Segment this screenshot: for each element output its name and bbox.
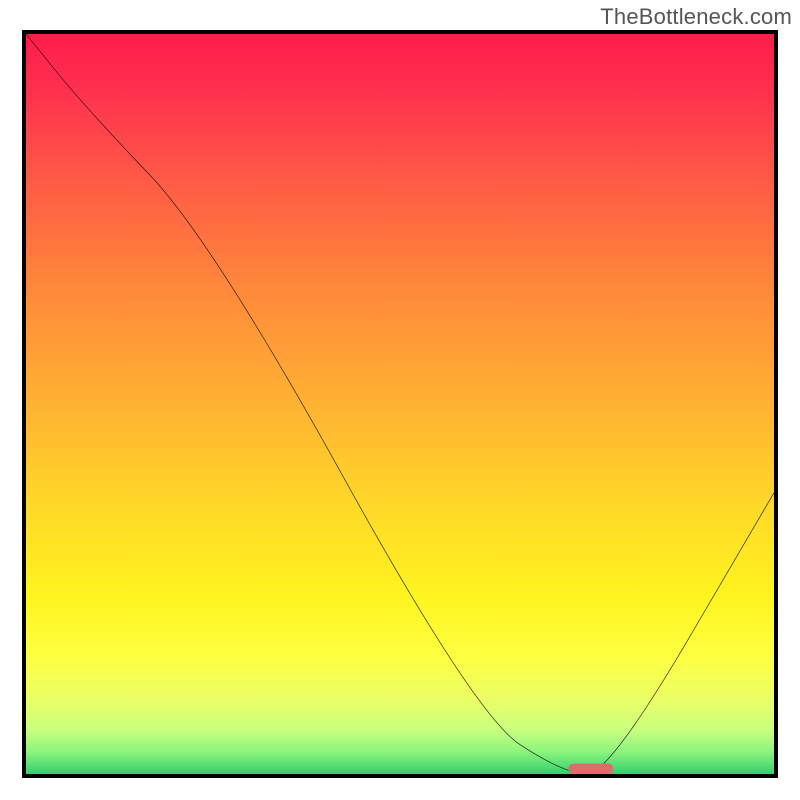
watermark-text: TheBottleneck.com: [600, 4, 792, 30]
plot-frame: [22, 30, 778, 778]
gradient-background: [26, 34, 774, 774]
plot-area: [26, 34, 774, 774]
chart-container: TheBottleneck.com: [0, 0, 800, 800]
